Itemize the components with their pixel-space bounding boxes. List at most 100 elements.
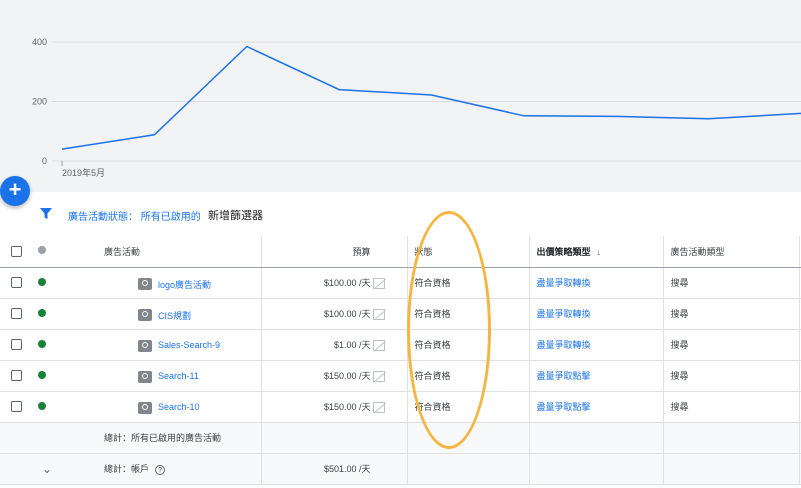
budget-cell[interactable]: $100.00 /天 [261, 267, 408, 299]
campaign-type-cell: 搜尋 [663, 298, 800, 330]
status-dot-icon [38, 370, 46, 379]
campaign-name-cell: Search-11 [60, 360, 262, 392]
search-campaign-icon [138, 339, 152, 352]
status-dot-icon [38, 246, 46, 255]
row-checkbox-cell [0, 298, 30, 330]
status-dot-icon [38, 308, 46, 317]
row-status-cell [30, 329, 60, 361]
status-dot-icon [38, 401, 46, 410]
budget-cell[interactable]: $1.00 /天 [261, 329, 408, 361]
chart-icon[interactable] [372, 401, 385, 413]
campaign-name-link[interactable]: CIS規劃 [158, 309, 191, 322]
budget-value: $100.00 /天 [323, 309, 371, 319]
row-checkbox-cell [0, 391, 30, 423]
row-status-cell [30, 267, 60, 299]
budget-cell[interactable]: $150.00 /天 [261, 360, 408, 392]
search-campaign-icon [138, 401, 152, 414]
status-cell: 符合資格 [407, 329, 530, 361]
add-filter-button[interactable]: 新增篩選器 [208, 207, 263, 223]
total-enabled-label: 總計：所有已啟用的廣告活動 [60, 422, 262, 454]
table-row[interactable]: Sales-Search-9 $1.00 /天 符合資格 盡量爭取轉換 搜尋 [0, 329, 801, 361]
status-cell: 符合資格 [407, 298, 530, 330]
search-campaign-icon [138, 308, 152, 321]
status-dot-icon [38, 277, 46, 286]
series-line [61, 45, 801, 150]
row-checkbox[interactable] [11, 339, 22, 351]
total-enabled-row: 總計：所有已啟用的廣告活動 [0, 422, 801, 454]
budget-cell[interactable]: $150.00 /天 [261, 391, 408, 423]
y-tick-label: 200 [32, 97, 47, 107]
campaign-name-cell: Search-10 [60, 391, 262, 423]
y-tick-label: 400 [32, 37, 47, 47]
status-dot-header [30, 236, 60, 268]
campaign-type-cell: 搜尋 [663, 267, 800, 299]
table-row[interactable]: logo廣告活動 $100.00 /天 符合資格 盡量爭取轉換 搜尋 [0, 267, 801, 299]
row-checkbox[interactable] [11, 308, 22, 320]
row-checkbox-cell [0, 360, 30, 392]
budget-value: $150.00 /天 [323, 371, 371, 381]
status-filter-chip[interactable]: 廣告活動狀態： 所有已啟用的 [68, 208, 201, 223]
filter-label: 廣告活動狀態： [68, 212, 138, 223]
bid-strategy-link[interactable]: 盡量爭取轉換 [529, 298, 664, 330]
search-campaign-icon [138, 370, 152, 383]
table-row[interactable]: CIS規劃 $100.00 /天 符合資格 盡量爭取轉換 搜尋 [0, 298, 801, 330]
row-checkbox[interactable] [11, 401, 22, 413]
total-account-budget: $501.00 /天 [261, 453, 408, 485]
header-budget[interactable]: 預算 [261, 236, 408, 268]
bid-strategy-link[interactable]: 盡量爭取點擊 [529, 360, 664, 392]
performance-chart: 400 200 0 2019年5月 [0, 0, 801, 192]
row-checkbox-cell [0, 267, 30, 299]
header-bid-strategy-label: 出價策略類型 [536, 246, 591, 257]
campaign-name-link[interactable]: Search-10 [158, 402, 200, 412]
status-dot-icon [38, 339, 46, 348]
budget-cell[interactable]: $100.00 /天 [261, 298, 408, 330]
campaign-type-cell: 搜尋 [663, 329, 800, 361]
header-status[interactable]: 狀態 [407, 236, 530, 268]
filter-bar: 廣告活動狀態： 所有已啟用的 新增篩選器 [0, 200, 801, 230]
campaign-name-link[interactable]: Sales-Search-9 [158, 340, 220, 350]
status-cell: 符合資格 [407, 267, 530, 299]
select-all-checkbox[interactable] [11, 245, 22, 257]
chart-icon[interactable] [372, 370, 385, 382]
row-checkbox[interactable] [11, 277, 22, 289]
total-account-row: ⌄ 總計：帳戶? $501.00 /天 [0, 453, 801, 485]
budget-value: $150.00 /天 [323, 402, 371, 412]
campaign-name-cell: CIS規劃 [60, 298, 262, 330]
table-row[interactable]: Search-10 $150.00 /天 符合資格 盡量爭取點擊 搜尋 [0, 391, 801, 423]
row-status-cell [30, 298, 60, 330]
total-account-label: 總計：帳戶 [104, 464, 150, 474]
budget-value: $100.00 /天 [323, 278, 371, 288]
row-checkbox[interactable] [11, 370, 22, 382]
campaign-type-cell: 搜尋 [663, 360, 800, 392]
status-cell: 符合資格 [407, 360, 530, 392]
header-campaign-type[interactable]: 廣告活動類型 [663, 236, 800, 268]
campaign-table: 廣告活動 預算 狀態 出價策略類型 ↓ 廣告活動類型 logo廣告活動 $100.… [0, 236, 801, 485]
chevron-down-icon[interactable]: ⌄ [42, 462, 52, 476]
campaign-name-link[interactable]: Search-11 [158, 371, 199, 381]
line-chart: 400 200 0 2019年5月 [32, 37, 801, 178]
sort-arrow-icon: ↓ [596, 246, 602, 257]
campaign-name-link[interactable]: logo廣告活動 [158, 278, 211, 291]
table-row[interactable]: Search-11 $150.00 /天 符合資格 盡量爭取點擊 搜尋 [0, 360, 801, 392]
table-header-row: 廣告活動 預算 狀態 出價策略類型 ↓ 廣告活動類型 [0, 236, 801, 268]
search-campaign-icon [138, 277, 152, 290]
bid-strategy-link[interactable]: 盡量爭取轉換 [529, 329, 664, 361]
total-account-cell: 總計：帳戶? [60, 453, 262, 485]
row-status-cell [30, 360, 60, 392]
y-tick-label: 0 [42, 156, 47, 166]
header-campaign[interactable]: 廣告活動 [60, 236, 262, 268]
bid-strategy-link[interactable]: 盡量爭取點擊 [529, 391, 664, 423]
chart-icon[interactable] [372, 308, 385, 320]
filter-icon[interactable] [40, 208, 52, 220]
help-icon[interactable]: ? [155, 465, 166, 475]
select-all-checkbox-cell [0, 236, 30, 268]
chart-icon[interactable] [372, 339, 385, 351]
chart-icon[interactable] [372, 277, 385, 289]
campaign-type-cell: 搜尋 [663, 391, 800, 423]
row-status-cell [30, 391, 60, 423]
bid-strategy-link[interactable]: 盡量爭取轉換 [529, 267, 664, 299]
campaign-name-cell: logo廣告活動 [60, 267, 262, 299]
header-bid-strategy[interactable]: 出價策略類型 ↓ [529, 236, 664, 268]
x-tick-label: 2019年5月 [62, 167, 105, 178]
campaign-name-cell: Sales-Search-9 [60, 329, 262, 361]
